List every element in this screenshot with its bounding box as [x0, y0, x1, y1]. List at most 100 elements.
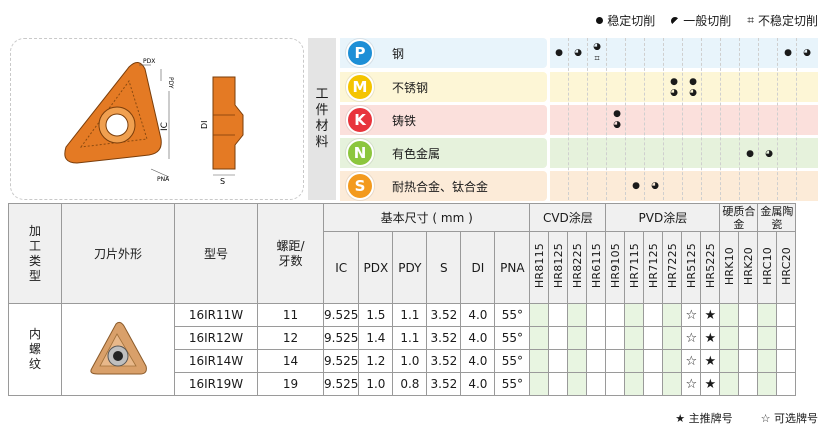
pdx-cell: 1.0: [358, 372, 394, 396]
material-s-icon: S: [346, 172, 374, 200]
model-cell: 16IR11W: [174, 303, 258, 327]
di-cell: 4.0: [460, 303, 496, 327]
optional-star-icon: ☆: [681, 303, 702, 327]
header-pitch: 螺距/牙数: [257, 203, 324, 304]
s-label: S: [220, 177, 225, 186]
material-row-p: P 钢: [340, 38, 547, 68]
optional-star-icon: ☆: [681, 349, 702, 373]
material-row-k: K 铸铁: [340, 105, 547, 135]
material-row-m: M 不锈钢: [340, 72, 547, 102]
header-process-type: 加工类型: [8, 203, 62, 304]
optional-star-icon: ☆: [681, 326, 702, 350]
legend-stable: 稳定切削: [596, 12, 655, 29]
stable-mark-icon: ●: [613, 109, 621, 119]
grade-legend: ★ 主推牌号 ☆ 可选牌号: [675, 410, 818, 426]
header-pdy: PDY: [392, 231, 428, 304]
main-star-icon: ★: [700, 372, 721, 396]
ic-cell: 9.525: [322, 326, 360, 350]
s-cell: 3.52: [426, 326, 462, 350]
hash-icon: ⌗: [747, 13, 754, 27]
main-star-icon: ★: [700, 303, 721, 327]
model-cell: 16IR14W: [174, 349, 258, 373]
insert-photo-icon: [90, 321, 147, 375]
grade-hr8115: HR8115: [529, 231, 550, 304]
di-cell: 4.0: [460, 372, 496, 396]
process-type-cell: 内螺纹: [8, 303, 62, 396]
ic-cell: 9.525: [322, 303, 360, 327]
stable-dot-icon: [596, 17, 604, 24]
grade-hr5225: HR5225: [700, 231, 721, 304]
model-cell: 16IR12W: [174, 326, 258, 350]
pna-cell: 55°: [494, 349, 531, 373]
s-cell: 3.52: [426, 303, 462, 327]
header-basic-size: 基本尺寸 ( mm ): [322, 203, 531, 232]
pitch-cell: 19: [257, 372, 324, 396]
header-cermet: 金属陶瓷: [757, 203, 797, 232]
half-mark-icon: ◕: [803, 48, 811, 58]
pdy-cell: 1.1: [392, 326, 428, 350]
unstable-mark-icon: ⌗: [594, 54, 600, 64]
legend-optional-grade: ☆ 可选牌号: [760, 412, 818, 425]
table-row: 内螺纹 16IR11W 11 9.525 1.5 1.1 3.52 4.0 55…: [8, 303, 797, 396]
grade-hr7225: HR7225: [662, 231, 683, 304]
material-name: 不锈钢: [392, 80, 429, 95]
material-n-icon: N: [346, 139, 374, 167]
grade-hr7115: HR7115: [624, 231, 645, 304]
grade-hr7125: HR7125: [643, 231, 664, 304]
pdx-cell: 1.2: [358, 349, 394, 373]
half-mark-icon: ◕: [593, 42, 601, 52]
material-row-s: S 耐热合金、钛合金: [340, 171, 547, 201]
grade-hr6115: HR6115: [586, 231, 607, 304]
header-pvd: PVD涂层: [605, 203, 721, 232]
stable-mark-icon: ●: [689, 77, 697, 87]
header-insert-shape: 刀片外形: [61, 203, 175, 304]
header-di: DI: [460, 231, 496, 304]
material-k-icon: K: [346, 106, 374, 134]
grade-hrk10: HRK10: [719, 231, 740, 304]
pitch-cell: 14: [257, 349, 324, 373]
legend-general: 一般切削: [669, 12, 731, 29]
optional-star-icon: ☆: [681, 372, 702, 396]
pna-cell: 55°: [494, 372, 531, 396]
material-m-icon: M: [346, 73, 374, 101]
pdy-cell: 0.8: [392, 372, 428, 396]
grade-hrk20: HRK20: [738, 231, 759, 304]
stable-mark-icon: ●: [632, 181, 640, 191]
insert-image-cell: [61, 303, 175, 396]
grade-hr8225: HR8225: [567, 231, 588, 304]
pdy-cell: 1.0: [392, 349, 428, 373]
main-star-icon: ★: [700, 326, 721, 350]
half-mark-icon: ◕: [574, 48, 582, 58]
pna-cell: 55°: [494, 326, 531, 350]
header-ic: IC: [322, 231, 360, 304]
workpiece-material-label: 工件材料: [308, 38, 336, 200]
s-cell: 3.52: [426, 372, 462, 396]
grade-hrc20: HRC20: [776, 231, 797, 304]
pdx-cell: 1.5: [358, 303, 394, 327]
grade-hrc10: HRC10: [757, 231, 778, 304]
insert-drawing: PDX PDY IC PNA DI S: [10, 38, 304, 200]
header-s: S: [426, 231, 462, 304]
header-pna: PNA: [494, 231, 531, 304]
stable-mark-icon: ●: [784, 48, 792, 58]
stable-mark-icon: ●: [555, 48, 563, 58]
di-cell: 4.0: [460, 326, 496, 350]
half-mark-icon: ◕: [670, 88, 678, 98]
product-table: 加工类型 刀片外形 型号 螺距/牙数 基本尺寸 ( mm ) CVD涂层 PVD…: [8, 203, 797, 396]
cutting-legend: 稳定切削 一般切削 ⌗ 不稳定切削: [596, 12, 818, 29]
insert-diagram: PDX PDY IC PNA DI S: [64, 58, 244, 186]
half-mark-icon: ◕: [613, 120, 621, 130]
header-model: 型号: [174, 203, 258, 304]
material-name: 耐热合金、钛合金: [392, 179, 489, 194]
ic-cell: 9.525: [322, 349, 360, 373]
stable-mark-icon: ●: [670, 77, 678, 87]
ic-cell: 9.525: [322, 372, 360, 396]
half-dot-icon: [669, 14, 681, 27]
pitch-cell: 12: [257, 326, 324, 350]
pdx-label: PDX: [143, 58, 155, 65]
model-cell: 16IR19W: [174, 372, 258, 396]
di-label: DI: [200, 120, 209, 129]
grade-hr8125: HR8125: [548, 231, 569, 304]
legend-unstable: ⌗ 不稳定切削: [747, 13, 818, 28]
header-pdx: PDX: [358, 231, 394, 304]
